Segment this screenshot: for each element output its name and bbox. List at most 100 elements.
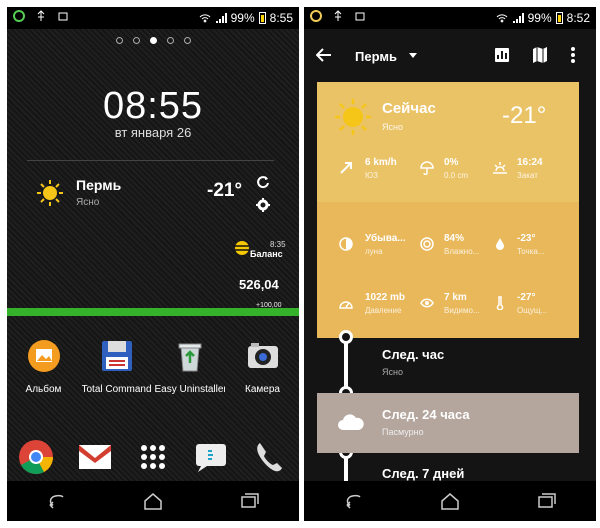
app-bar: Пермь [304,29,596,81]
app-notification-icon [13,10,25,22]
app-row: Альбом Total Commander Easy Uninstaller … [7,339,299,395]
page-indicator[interactable] [7,37,299,44]
divider [27,160,274,161]
humidity-value: 84% [444,233,465,244]
visibility-label: Видимо... [444,306,480,315]
weather-app-screen: 99% 8:52 Пермь Сейчас Ясно -21° 6 km/h Ю… [304,7,596,521]
pressure-value: 1022 mb [365,292,406,303]
wifi-icon [496,14,507,23]
sun-icon [335,99,371,135]
dewpoint-drop-icon [496,238,504,250]
wind-value: 6 km/h [365,157,397,168]
status-bar: 99% 8:55 [7,7,299,29]
app-label: Easy Uninstaller [154,384,225,395]
status-bar: 99% 8:52 [304,7,596,29]
weather-city[interactable]: Пермь [76,177,121,193]
thermometer-icon [496,296,504,310]
status-time: 8:52 [566,11,590,25]
next-hour-item[interactable]: След. час Ясно [382,347,444,377]
back-arrow-icon[interactable] [316,47,332,63]
page-dot[interactable] [132,37,140,44]
back-nav-icon[interactable] [45,492,67,510]
moon-label: луна [365,247,383,256]
humidity-icon [420,237,434,251]
floppy-icon [101,341,132,371]
visibility-eye-icon [420,298,434,308]
back-nav-icon[interactable] [342,492,364,510]
timeline-node [339,330,353,344]
phone-icon[interactable] [252,439,288,475]
map-icon[interactable] [533,47,547,63]
next-hour-condition: Ясно [382,367,403,377]
moon-value: Убыва... [365,233,406,244]
refresh-icon[interactable] [256,175,270,189]
cloud-icon [338,414,364,430]
app-label: Total Commander [81,384,152,395]
pressure-label: Давление [365,306,402,315]
umbrella-icon [420,161,434,175]
page-dot[interactable] [166,37,174,44]
page-dot[interactable] [183,37,191,44]
nav-bar [7,481,299,521]
weather-temperature: -21° [207,180,243,201]
next-24h-card[interactable]: След. 24 часа Пасмурно [317,393,579,453]
balance-amount: 526,04 [239,277,279,292]
status-time: 8:55 [269,11,293,25]
sun-icon [37,180,63,206]
app-easy-uninstaller[interactable]: Easy Uninstaller [155,339,225,395]
gear-icon[interactable] [256,198,270,212]
next-hour-label: След. час [382,347,445,362]
recents-nav-icon[interactable] [536,492,558,510]
next-24h-text: След. 24 часа Пасмурно [382,407,470,437]
camera-icon [247,343,278,368]
next-7-days-item[interactable]: След. 7 дней [382,466,464,481]
app-camera[interactable]: Камера [228,339,298,395]
recents-nav-icon[interactable] [239,492,261,510]
nav-bar [304,481,596,521]
feels-like-metric: -27° Ощущ... [517,292,571,315]
sunset-metric: 16:24 Закат [517,157,571,180]
home-nav-icon[interactable] [439,492,461,510]
chrome-icon[interactable] [18,439,54,475]
clock-time[interactable]: 08:55 [7,85,299,128]
precip-value: 0% [444,157,459,168]
wind-metric: 6 km/h ЮЗ [365,157,419,180]
wind-direction-icon [340,162,352,174]
app-total-commander[interactable]: Total Commander [82,339,152,395]
feels-like-label: Ощущ... [517,306,548,315]
sunset-icon [493,162,507,174]
dock [7,439,299,475]
clock-date: вт января 26 [114,125,192,140]
gmail-icon[interactable] [77,439,113,475]
moon-icon [339,237,353,251]
balance-bar [7,308,299,316]
next-24h-condition: Пасмурно [382,427,424,437]
balance-label[interactable]: Баланс [250,249,283,259]
recycle-icon [178,343,201,372]
home-screen: 99% 8:55 08:55 вт января 26 Пермь Ясно -… [7,7,299,521]
wind-direction: ЮЗ [365,171,378,180]
home-nav-icon[interactable] [142,492,164,510]
signal-icon [512,13,524,23]
sunset-label: Закат [517,171,538,180]
app-drawer-icon[interactable] [135,439,171,475]
visibility-metric: 7 km Видимо... [444,292,498,315]
usb-icon [37,10,45,21]
next-24h-label: След. 24 часа [382,407,470,422]
sms-icon[interactable] [193,439,229,475]
chevron-down-icon[interactable] [409,53,417,59]
battery-icon [555,12,563,24]
page-dot-active[interactable] [149,37,157,44]
chart-icon[interactable] [495,48,509,62]
precip-amount: 0.0 cm [444,171,469,180]
location-selector[interactable]: Пермь [355,49,397,64]
current-weather-card[interactable]: Сейчас Ясно -21° 6 km/h ЮЗ 0% 0.0 cm 16:… [317,82,579,338]
beeline-logo-icon [235,241,249,255]
page-dot[interactable] [115,37,123,44]
app-album[interactable]: Альбом [9,339,79,395]
visibility-value: 7 km [444,292,467,303]
sunset-value: 16:24 [517,157,543,168]
precip-metric: 0% 0.0 cm [444,157,498,180]
more-options-icon[interactable] [570,47,576,63]
now-label: Сейчас [382,100,436,117]
